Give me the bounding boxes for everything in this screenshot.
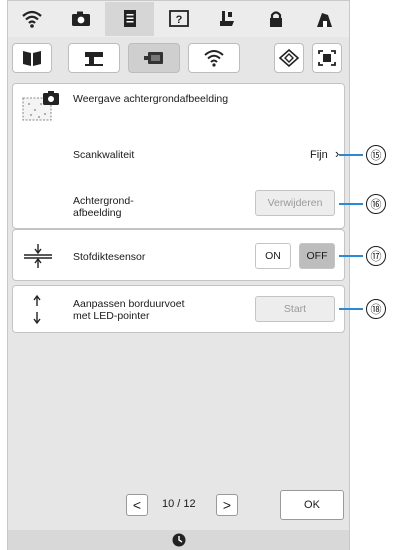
- background-image-label: Achtergrond- afbeelding: [73, 195, 134, 219]
- remove-background-button[interactable]: Verwijderen: [255, 190, 335, 216]
- callout-line-15: [339, 154, 363, 156]
- background-display-title: Weergave achtergrondafbeelding: [73, 93, 229, 105]
- fabric-thickness-icon: [24, 244, 52, 268]
- start-button[interactable]: Start: [255, 296, 335, 322]
- scan-quality-label: Scankwaliteit: [73, 149, 135, 161]
- manual-button[interactable]: [12, 43, 52, 73]
- category-button-row: [8, 39, 349, 79]
- fabric-sensor-label: Stofdiktesensor: [73, 251, 146, 263]
- tab-wifi[interactable]: [8, 2, 57, 36]
- camera-icon: [72, 11, 91, 26]
- clock-icon: [172, 533, 185, 547]
- callout-line-18: [339, 308, 363, 310]
- sewing-settings-button[interactable]: [68, 43, 120, 73]
- foot-adjust-panel: Aanpassen borduurvoet met LED-pointer St…: [12, 285, 345, 333]
- help-icon: ?: [168, 10, 189, 27]
- tab-sewing-foot[interactable]: [203, 2, 252, 36]
- svg-text:?: ?: [175, 14, 182, 26]
- diamond-icon: [278, 49, 300, 67]
- tab-lock[interactable]: [252, 2, 301, 36]
- sensor-on-button[interactable]: ON: [255, 243, 291, 269]
- previous-page-button[interactable]: <: [126, 494, 148, 516]
- tab-help[interactable]: ?: [154, 2, 203, 36]
- callout-15: ⑮: [366, 145, 386, 165]
- status-bar: [8, 530, 349, 550]
- callout-line-16: [339, 203, 363, 205]
- background-image-panel: Weergave achtergrondafbeelding Scankwali…: [12, 83, 345, 229]
- book-icon: [23, 51, 41, 66]
- callout-16: ⑯: [366, 194, 386, 214]
- diamond-button[interactable]: [274, 43, 304, 73]
- scan-icon: [318, 50, 336, 66]
- sewing-foot-icon: [220, 11, 235, 26]
- lock-icon: [269, 11, 282, 27]
- embroidery-frame-icon: [144, 52, 163, 64]
- scan-quality-value[interactable]: Fijn: [310, 149, 328, 161]
- height-adjust-icon: [33, 294, 41, 325]
- foot-adjust-label: Aanpassen borduurvoet met LED-pointer: [73, 298, 185, 322]
- callout-line-17: [339, 255, 363, 257]
- wifi-icon: [204, 50, 224, 67]
- top-tab-bar: ?: [8, 1, 349, 37]
- sensor-off-button[interactable]: OFF: [299, 243, 335, 269]
- next-page-button[interactable]: >: [216, 494, 238, 516]
- wifi-icon: [22, 10, 43, 28]
- sewing-machine-icon: [85, 52, 103, 66]
- network-settings-button[interactable]: [188, 43, 240, 73]
- ok-button[interactable]: OK: [280, 490, 344, 520]
- tab-document[interactable]: [105, 2, 155, 36]
- page-indicator: 10 / 12: [162, 498, 196, 510]
- scan-button[interactable]: [312, 43, 342, 73]
- document-icon: [123, 10, 136, 27]
- tab-camera[interactable]: [57, 2, 106, 36]
- settings-screen: ? Weergave achtergrondafbeelding Scankwa…: [7, 0, 350, 550]
- background-image-icon: [22, 91, 59, 121]
- fabric-sensor-panel: Stofdiktesensor ON OFF: [12, 229, 345, 281]
- home-icon: [316, 13, 332, 27]
- page-footer: < 10 / 12 > OK: [8, 486, 349, 528]
- tab-home[interactable]: [300, 2, 349, 36]
- callout-18: ⑱: [366, 299, 386, 319]
- callout-17: ⑰: [366, 246, 386, 266]
- embroidery-settings-button[interactable]: [128, 43, 180, 73]
